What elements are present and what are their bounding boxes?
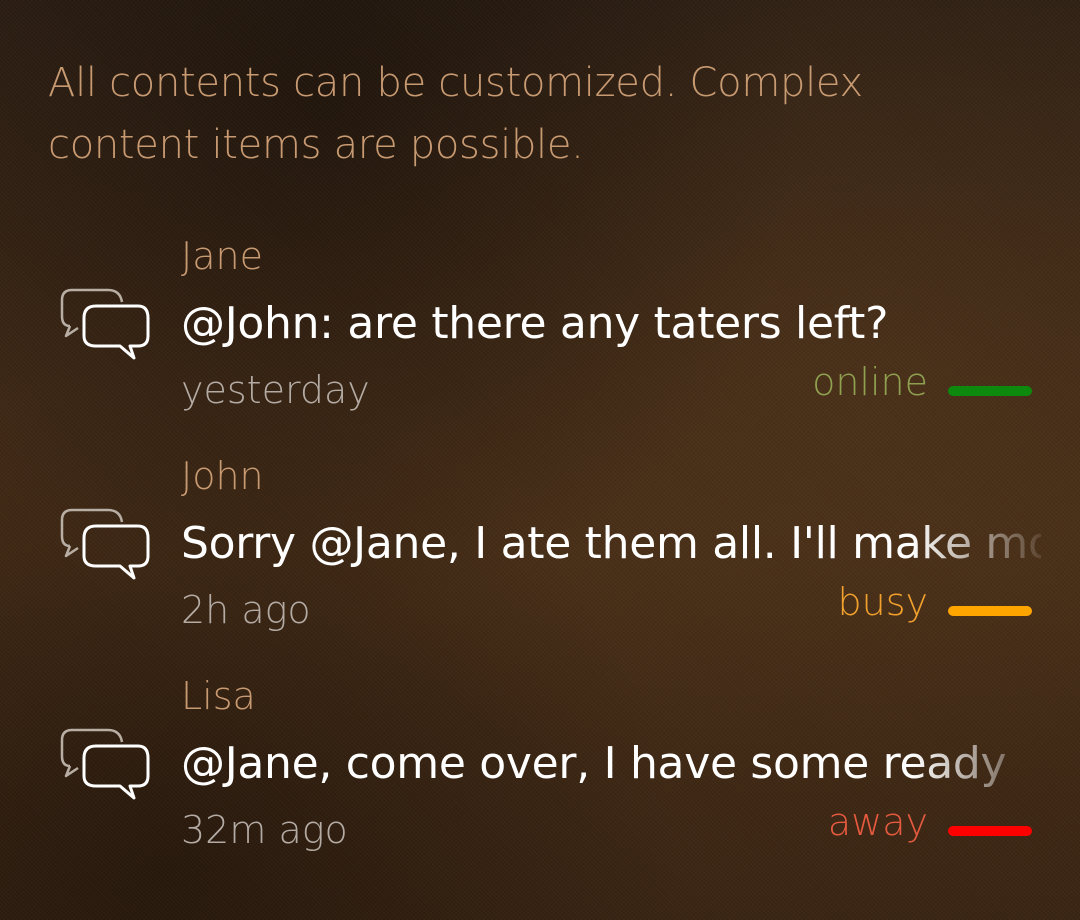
list-item[interactable]: Jane @John: are there any taters left? y…	[0, 228, 1080, 448]
list-item[interactable]: John Sorry @Jane, I ate them all. I'll m…	[0, 448, 1080, 668]
timestamp: 2h ago	[181, 588, 311, 632]
author-name: John	[181, 454, 264, 498]
status-label: busy	[837, 580, 929, 624]
timestamp: 32m ago	[181, 808, 348, 852]
status-label: online	[812, 360, 928, 404]
message-text: @John: are there any taters left?	[181, 298, 889, 349]
chat-bubbles-icon	[60, 728, 150, 800]
list-item[interactable]: Lisa @Jane, come over, I have some ready…	[0, 668, 1080, 888]
status-indicator-bar	[948, 826, 1032, 836]
chat-bubbles-icon	[60, 288, 150, 360]
timestamp: yesterday	[181, 368, 370, 412]
message-text: @Jane, come over, I have some ready	[181, 738, 1007, 789]
message-text: Sorry @Jane, I ate them all. I'll make m…	[181, 518, 1041, 569]
message-list[interactable]: Jane @John: are there any taters left? y…	[0, 228, 1080, 888]
status-indicator-bar	[948, 606, 1032, 616]
status-indicator-bar	[948, 386, 1032, 396]
chat-bubbles-icon	[60, 508, 150, 580]
intro-text: All contents can be customized. Complex …	[48, 60, 863, 168]
author-name: Lisa	[181, 674, 256, 718]
status-label: away	[827, 800, 928, 844]
author-name: Jane	[181, 234, 263, 278]
